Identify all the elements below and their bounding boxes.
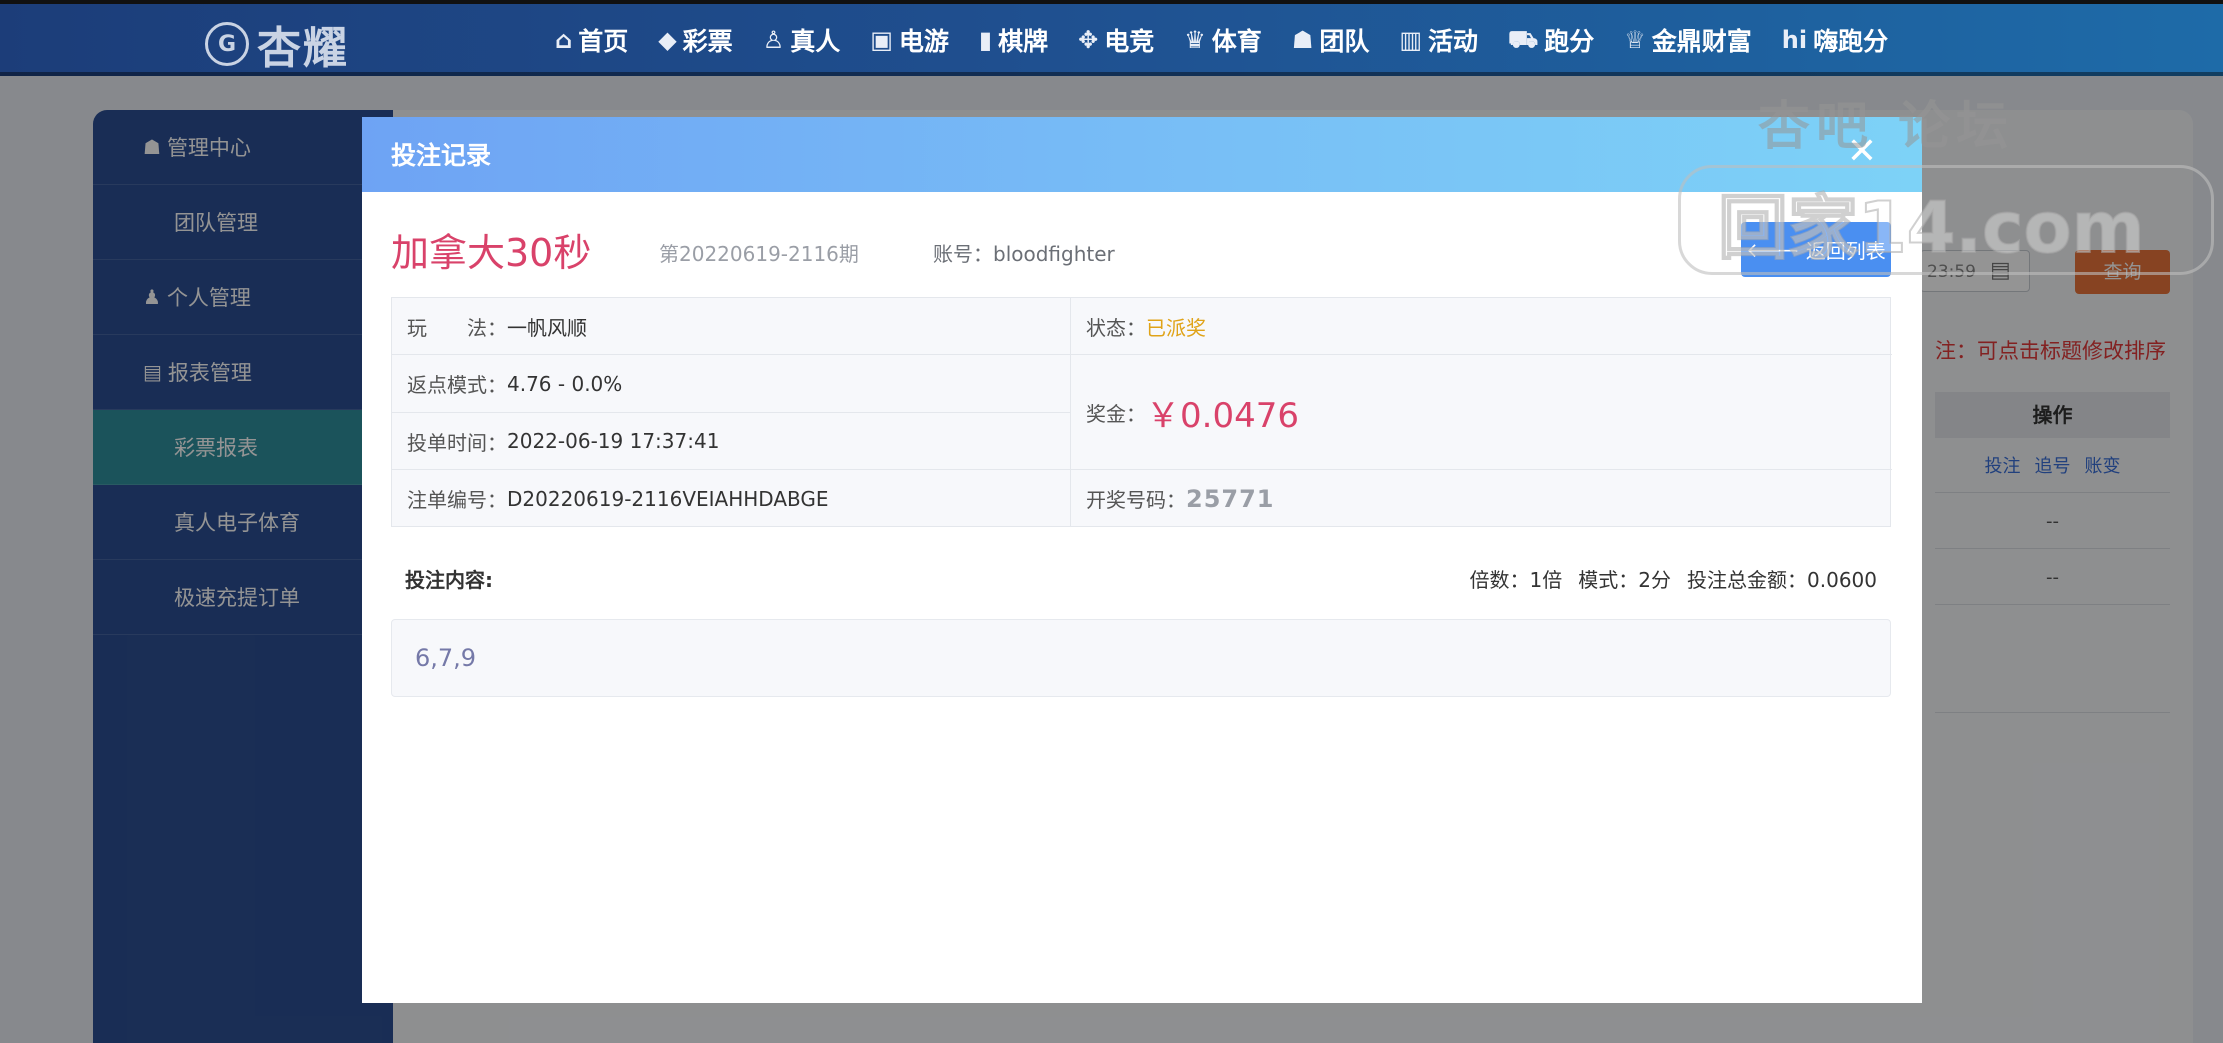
mode-value: 2分 (1638, 568, 1672, 592)
nav-label: 电竞 (1104, 27, 1155, 56)
nav-label: 彩票 (682, 27, 733, 56)
nav-label: 团队 (1319, 27, 1370, 56)
home-icon: ⌂ (555, 26, 573, 54)
rebate-mode-cell: 返点模式： 4.76 - 0.0% (407, 355, 622, 412)
order-time-label: 投单时间： (407, 430, 507, 455)
bet-numbers: 6,7,9 (415, 644, 477, 672)
account-info: 账号：bloodfighter (933, 238, 1115, 267)
order-number-cell: 注单编号： D20220619-2116VEIAHHDABGE (407, 470, 829, 527)
order-time-cell: 投单时间： 2022-06-19 17:37:41 (407, 413, 719, 469)
total-label: 投注总金额： (1687, 568, 1808, 592)
bet-content-label: 投注内容: (405, 568, 493, 592)
order-number-label: 注单编号： (407, 488, 507, 512)
hi-icon: hi (1781, 26, 1808, 54)
brand-name: 杏耀 (257, 23, 349, 74)
nav-item-sports[interactable]: ♛ 体育 (1184, 22, 1262, 58)
order-time-value: 2022-06-19 17:37:41 (507, 429, 720, 453)
modal-header: 投注记录 ✕ (362, 117, 1922, 192)
rebate-mode-label: 返点模式： (407, 373, 507, 397)
nav-label: 棋牌 (998, 27, 1049, 56)
nav-label: 首页 (578, 27, 629, 56)
mode-info: 模式：2分 (1578, 564, 1671, 593)
multiple-info: 倍数：1倍 (1470, 564, 1563, 593)
slot-machine-icon: ▣ (870, 26, 893, 54)
play-method-value: 一帆风顺 (507, 315, 587, 340)
period-number: 第20220619-2116期 (659, 242, 859, 266)
account-value: bloodfighter (993, 242, 1115, 266)
wealth-icon: ♕ (1624, 26, 1646, 54)
bet-content-box: 6,7,9 (391, 619, 1891, 697)
nav-label: 活动 (1428, 27, 1479, 56)
draw-number-label: 开奖号码： (1086, 488, 1186, 512)
bet-record-modal: 投注记录 ✕ 加拿大30秒 第20220619-2116期 账号：bloodfi… (362, 117, 1922, 1003)
top-navbar: G 杏耀 ⌂ 首页 ◆ 彩票 ♙ 真人 ▣ 电游 ▮ 棋牌 ✥ 电竞 ♛ 体育 ☗ 团队 ▥ 活动… (0, 0, 2223, 76)
bet-info-table: 玩 法： 一帆风顺 状态： 已派奖 返点模式： 4.76 - 0.0% 奖金： … (391, 297, 1892, 527)
back-to-list-button[interactable]: 🡐 返回列表 (1741, 222, 1891, 277)
mode-label: 模式： (1578, 568, 1639, 592)
nav-item-hi-run[interactable]: hi 嗨跑分 (1782, 22, 1888, 58)
close-icon[interactable]: ✕ (1842, 132, 1882, 172)
nav-label: 跑分 (1544, 27, 1595, 56)
nav-label: 真人 (790, 27, 841, 56)
main-nav: ⌂ 首页 ◆ 彩票 ♙ 真人 ▣ 电游 ▮ 棋牌 ✥ 电竞 ♛ 体育 ☗ 团队 ▥ 活动 ⛟ 跑分 … (555, 22, 1918, 58)
nav-label: 金鼎财富 (1651, 27, 1752, 56)
nav-label: 嗨跑分 (1813, 27, 1889, 56)
prize-value: ￥0.0476 (1146, 395, 1299, 436)
nav-item-esports[interactable]: ✥ 电竞 (1078, 22, 1154, 58)
bet-meta: 倍数：1倍 模式：2分 投注总金额：0.0600 (1470, 564, 1877, 593)
table-divider (1070, 298, 1071, 526)
prize-label: 奖金： (1086, 401, 1146, 426)
trophy-icon: ♛ (1184, 26, 1206, 54)
nav-item-team[interactable]: ☗ 团队 (1292, 22, 1370, 58)
lottery-name: 加拿大30秒 (391, 231, 592, 275)
draw-number-value: 25771 (1186, 484, 1275, 513)
nav-label: 体育 (1211, 27, 1262, 56)
prize-cell: 奖金： ￥0.0476 (1086, 355, 1299, 469)
nav-item-events[interactable]: ▥ 活动 (1399, 22, 1478, 58)
play-method-cell: 玩 法： 一帆风顺 (407, 298, 587, 354)
draw-number-cell: 开奖号码： 25771 (1086, 470, 1275, 527)
gamepad-icon: ✥ (1078, 26, 1099, 54)
nav-label: 电游 (898, 27, 949, 56)
multiple-value: 1倍 (1529, 568, 1563, 592)
nav-item-run[interactable]: ⛟ 跑分 (1508, 22, 1594, 58)
account-label: 账号： (933, 242, 993, 266)
back-label: 返回列表 (1805, 239, 1886, 263)
status-cell: 状态： 已派奖 (1086, 298, 1206, 354)
cards-icon: ▮ (978, 26, 993, 54)
arrow-left-icon: 🡐 (1746, 237, 1800, 262)
team-icon: ☗ (1291, 26, 1314, 54)
status-badge: 已派奖 (1146, 315, 1206, 340)
order-number-value: D20220619-2116VEIAHHDABGE (507, 486, 829, 511)
play-method-label: 玩 法： (407, 315, 507, 340)
multiple-label: 倍数： (1469, 568, 1530, 592)
nav-item-live[interactable]: ♙ 真人 (763, 22, 841, 58)
total-info: 投注总金额：0.0600 (1687, 564, 1877, 593)
modal-title: 投注记录 (391, 141, 492, 170)
live-dealer-icon: ♙ (762, 26, 785, 54)
logo-seal-icon: G (205, 22, 249, 66)
nav-item-cards[interactable]: ▮ 棋牌 (979, 22, 1048, 58)
brand-logo[interactable]: G 杏耀 (205, 12, 349, 76)
nav-item-lottery[interactable]: ◆ 彩票 (658, 22, 732, 58)
rebate-mode-value: 4.76 - 0.0% (507, 371, 623, 396)
car-icon: ⛟ (1508, 24, 1539, 53)
gift-icon: ▥ (1399, 26, 1423, 54)
total-value: 0.0600 (1807, 568, 1877, 592)
nav-item-slots[interactable]: ▣ 电游 (870, 22, 949, 58)
nav-item-wealth[interactable]: ♕ 金鼎财富 (1624, 22, 1752, 58)
nav-item-home[interactable]: ⌂ 首页 (555, 22, 628, 58)
status-label: 状态： (1086, 315, 1146, 340)
lottery-icon: ◆ (658, 26, 677, 54)
